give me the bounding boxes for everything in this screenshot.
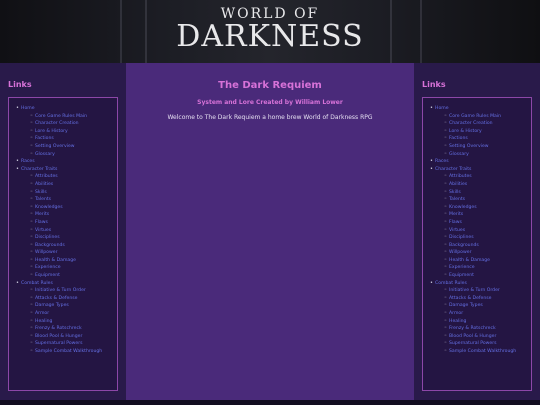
nav-subitem[interactable]: Knowledges: [30, 204, 117, 212]
main-content: The Dark Requiem System and Lore Created…: [126, 63, 414, 400]
nav-subitem[interactable]: Glossary: [30, 151, 117, 159]
right-links-box: Home Core Game Rules MainCharacter Creati…: [422, 97, 532, 391]
nav-link[interactable]: Character Traits: [21, 167, 57, 172]
nav-sublist: Initiative & Turn OrderAttacks & Defense…: [435, 287, 531, 355]
nav-link[interactable]: Home: [435, 106, 449, 111]
nav-subitem[interactable]: Equipment: [444, 272, 531, 280]
nav-subitem[interactable]: Skills: [444, 189, 531, 197]
left-sidebar: Links HomeCore Game Rules MainCharacter …: [0, 63, 126, 400]
nav-subitem[interactable]: Initiative & Turn Order: [444, 287, 531, 295]
nav-subitem[interactable]: Flaws: [444, 219, 531, 227]
nav-subitem[interactable]: Blood Pool & Hunger: [30, 333, 117, 341]
nav-subitem[interactable]: Glossary: [444, 151, 531, 159]
nav-subitem[interactable]: Talents: [30, 196, 117, 204]
nav-subitem[interactable]: Factions: [30, 135, 117, 143]
footer-bar: [0, 400, 540, 405]
nav-subitem[interactable]: Experience: [444, 264, 531, 272]
nav-subitem[interactable]: Skills: [30, 189, 117, 197]
nav-item[interactable]: Combat RulesInitiative & Turn OrderAttac…: [430, 280, 531, 356]
nav-link[interactable]: Combat Rules: [435, 281, 467, 286]
nav-subitem[interactable]: Abilities: [444, 181, 531, 189]
nav-sublist: Core Game Rules MainCharacter CreationLo…: [21, 113, 117, 159]
nav-subitem[interactable]: Attributes: [444, 173, 531, 181]
nav-subitem[interactable]: Disciplines: [444, 234, 531, 242]
nav-subitem[interactable]: Initiative & Turn Order: [30, 287, 117, 295]
nav-item[interactable]: Races: [16, 158, 117, 166]
left-sidebar-title: Links: [8, 80, 32, 89]
nav-subitem[interactable]: Abilities: [30, 181, 117, 189]
nav-subitem[interactable]: Flaws: [30, 219, 117, 227]
right-nav-list: Home Core Game Rules MainCharacter Creati…: [423, 98, 531, 356]
nav-subitem[interactable]: Willpower: [30, 249, 117, 257]
nav-item[interactable]: Combat RulesInitiative & Turn OrderAttac…: [16, 280, 117, 356]
nav-subitem[interactable]: Virtues: [444, 227, 531, 235]
nav-link[interactable]: Races: [21, 159, 35, 164]
nav-subitem[interactable]: Core Game Rules Main: [30, 113, 117, 121]
nav-subitem[interactable]: Lore & History: [444, 128, 531, 136]
nav-item[interactable]: Character TraitsAttributesAbilitiesSkill…: [430, 166, 531, 280]
nav-subitem[interactable]: Armor: [444, 310, 531, 318]
nav-subitem[interactable]: Core Game Rules Main: [444, 113, 531, 121]
nav-subitem[interactable]: Supernatural Powers: [30, 340, 117, 348]
nav-subitem[interactable]: Damage Types: [444, 302, 531, 310]
site-logo: WORLD OF DARKNESS: [170, 6, 370, 54]
nav-subitem[interactable]: Virtues: [30, 227, 117, 235]
left-nav-list: Home Core Game Rules MainCharacter Creati…: [9, 98, 117, 356]
nav-subitem[interactable]: Character Creation: [444, 120, 531, 128]
nav-subitem[interactable]: Health & Damage: [444, 257, 531, 265]
nav-item[interactable]: Races: [430, 158, 531, 166]
nav-link[interactable]: Combat Rules: [21, 281, 53, 286]
nav-subitem[interactable]: Health & Damage: [30, 257, 117, 265]
nav-subitem[interactable]: Knowledges: [444, 204, 531, 212]
nav-subitem[interactable]: Supernatural Powers: [444, 340, 531, 348]
nav-subitem[interactable]: Setting Overview: [30, 143, 117, 151]
nav-subitem[interactable]: Sample Combat Walkthrough: [30, 348, 117, 356]
nav-sublist: AttributesAbilitiesSkillsTalentsKnowledg…: [435, 173, 531, 279]
welcome-text: Welcome to The Dark Requiem a home brew …: [167, 114, 373, 121]
nav-subitem[interactable]: Willpower: [444, 249, 531, 257]
nav-subitem[interactable]: Merits: [444, 211, 531, 219]
nav-subitem[interactable]: Sample Combat Walkthrough: [444, 348, 531, 356]
nav-sublist: Core Game Rules MainCharacter CreationLo…: [435, 113, 531, 159]
nav-subitem[interactable]: Experience: [30, 264, 117, 272]
right-sidebar-title: Links: [422, 80, 446, 89]
page-title: The Dark Requiem: [218, 80, 322, 91]
nav-subitem[interactable]: Disciplines: [30, 234, 117, 242]
nav-subitem[interactable]: Frenzy & Rotschreck: [444, 325, 531, 333]
nav-subitem[interactable]: Character Creation: [30, 120, 117, 128]
nav-subitem[interactable]: Backgrounds: [30, 242, 117, 250]
nav-subitem[interactable]: Damage Types: [30, 302, 117, 310]
nav-subitem[interactable]: Setting Overview: [444, 143, 531, 151]
nav-subitem[interactable]: Backgrounds: [444, 242, 531, 250]
nav-sublist: AttributesAbilitiesSkillsTalentsKnowledg…: [21, 173, 117, 279]
right-sidebar: Links HomeCore Game Rules MainCharacter …: [414, 63, 540, 400]
nav-item[interactable]: Home Core Game Rules MainCharacter Creati…: [430, 105, 531, 159]
nav-subitem[interactable]: Blood Pool & Hunger: [444, 333, 531, 341]
nav-link[interactable]: Home: [21, 106, 35, 111]
left-links-box: Home Core Game Rules MainCharacter Creati…: [8, 97, 118, 391]
nav-link[interactable]: Races: [435, 159, 449, 164]
nav-subitem[interactable]: Armor: [30, 310, 117, 318]
nav-subitem[interactable]: Lore & History: [30, 128, 117, 136]
nav-subitem[interactable]: Attacks & Defense: [444, 295, 531, 303]
nav-subitem[interactable]: Talents: [444, 196, 531, 204]
header-banner: WORLD OF DARKNESS: [0, 0, 540, 63]
nav-subitem[interactable]: Factions: [444, 135, 531, 143]
nav-subitem[interactable]: Attributes: [30, 173, 117, 181]
nav-subitem[interactable]: Equipment: [30, 272, 117, 280]
nav-link[interactable]: Character Traits: [435, 167, 471, 172]
nav-sublist: Initiative & Turn OrderAttacks & Defense…: [21, 287, 117, 355]
page-subtitle: System and Lore Created by William Lower: [197, 99, 343, 106]
nav-item[interactable]: Character TraitsAttributesAbilitiesSkill…: [16, 166, 117, 280]
nav-subitem[interactable]: Healing: [30, 318, 117, 326]
nav-subitem[interactable]: Attacks & Defense: [30, 295, 117, 303]
nav-subitem[interactable]: Merits: [30, 211, 117, 219]
nav-subitem[interactable]: Frenzy & Rotschreck: [30, 325, 117, 333]
logo-line-2: DARKNESS: [176, 19, 364, 54]
nav-item[interactable]: Home Core Game Rules MainCharacter Creati…: [16, 105, 117, 159]
nav-subitem[interactable]: Healing: [444, 318, 531, 326]
